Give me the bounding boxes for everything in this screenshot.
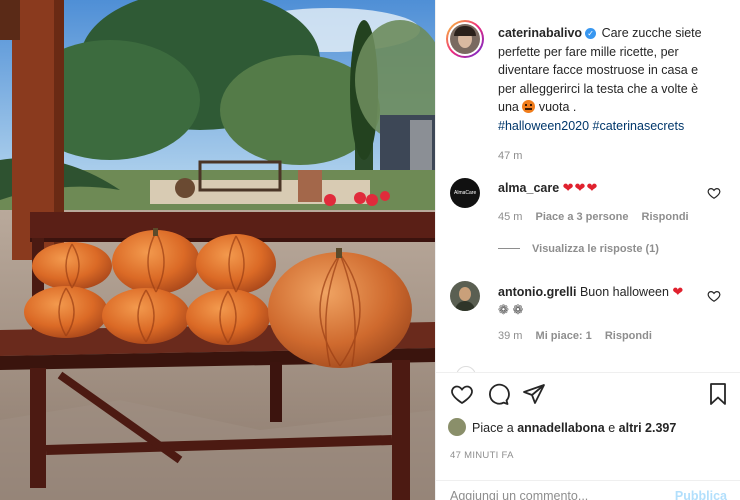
likes-prefix: Piace a bbox=[472, 421, 514, 435]
comment-likes[interactable]: Piace a 3 persone bbox=[536, 211, 629, 223]
comment-time[interactable]: 39 m bbox=[498, 330, 522, 342]
comment-text: Buon halloween bbox=[579, 285, 669, 299]
comments-scroll-area[interactable]: caterinabalivo ✓ Care zucche siete perfet… bbox=[436, 0, 740, 372]
post-time-ago[interactable]: 47 MINUTI FA bbox=[450, 450, 514, 461]
view-replies-button[interactable]: Visualizza le risposte (1) bbox=[498, 243, 659, 255]
comment-username[interactable]: alma_care bbox=[498, 181, 559, 195]
caption-line: Care zucche siete bbox=[601, 26, 702, 40]
view-replies-label: Visualizza le risposte (1) bbox=[532, 243, 659, 255]
comment-username[interactable]: antonio.grelli bbox=[498, 285, 576, 299]
pumpkins-on-bench-image bbox=[0, 0, 435, 500]
caption-line: una bbox=[498, 100, 519, 114]
liker-avatar[interactable] bbox=[448, 418, 466, 436]
comment-like-heart-icon[interactable] bbox=[707, 289, 721, 303]
comment-composer: Pubblica bbox=[436, 480, 740, 500]
likes-mid: e bbox=[608, 421, 616, 435]
paper-plane-icon[interactable] bbox=[522, 382, 546, 406]
caption-line: vuota . bbox=[538, 100, 577, 114]
flower-emoji-icons: ❁ ❁ bbox=[498, 302, 524, 317]
comment-avatar[interactable] bbox=[450, 281, 480, 311]
comment-bubble-icon[interactable] bbox=[486, 382, 510, 406]
liker-username[interactable]: annadellabona bbox=[517, 421, 605, 435]
add-comment-input[interactable] bbox=[450, 489, 650, 500]
caption-timestamp[interactable]: 47 m bbox=[498, 147, 730, 166]
verified-badge-icon: ✓ bbox=[585, 28, 597, 39]
caption-text: caterinabalivo ✓ Care zucche siete perfet… bbox=[498, 24, 730, 166]
publish-button[interactable]: Pubblica bbox=[675, 489, 727, 500]
instagram-post-view: caterinabalivo ✓ Care zucche siete perfet… bbox=[0, 0, 740, 500]
comment-meta: 45 m Piace a 3 persone Rispondi bbox=[498, 211, 689, 223]
caption-line: diventare facce mostruose in casa e bbox=[498, 63, 699, 77]
replies-line bbox=[498, 248, 520, 249]
heart-outline-icon[interactable] bbox=[450, 382, 474, 406]
red-heart-icon: ❤ bbox=[672, 284, 685, 299]
action-bar bbox=[450, 382, 730, 408]
comment-likes[interactable]: Mi piace: 1 bbox=[536, 330, 592, 342]
post-photo[interactable] bbox=[0, 0, 435, 500]
author-username[interactable]: caterinabalivo bbox=[498, 26, 582, 40]
comment-body: antonio.grelli Buon halloween ❤ ❁ ❁ bbox=[498, 283, 713, 319]
caption-line: per alleggerirci la testa che a volte è bbox=[498, 81, 699, 96]
divider bbox=[436, 372, 740, 373]
comment-avatar[interactable]: AlmaCare bbox=[450, 178, 480, 208]
comment-time[interactable]: 45 m bbox=[498, 211, 522, 223]
caption-line: perfette per fare mille ricette, per bbox=[498, 44, 679, 59]
red-heart-icons: ❤❤❤ bbox=[562, 180, 599, 195]
jack-o-lantern-icon bbox=[522, 100, 536, 113]
reply-button[interactable]: Rispondi bbox=[605, 330, 652, 342]
comment-like-heart-icon[interactable] bbox=[707, 186, 721, 200]
likes-summary: Piace a annadellabona e altri 2.397 bbox=[448, 418, 676, 436]
comment-meta: 39 m Mi piace: 1 Rispondi bbox=[498, 330, 652, 342]
likes-others-link[interactable]: altri 2.397 bbox=[619, 421, 677, 435]
post-side-panel: caterinabalivo ✓ Care zucche siete perfet… bbox=[435, 0, 740, 500]
hashtags[interactable]: #halloween2020 #caterinasecrets bbox=[498, 119, 684, 133]
comment-body: alma_care ❤❤❤ bbox=[498, 180, 598, 196]
reply-button[interactable]: Rispondi bbox=[642, 211, 689, 223]
bookmark-icon[interactable] bbox=[706, 382, 730, 406]
author-avatar[interactable] bbox=[446, 20, 484, 58]
